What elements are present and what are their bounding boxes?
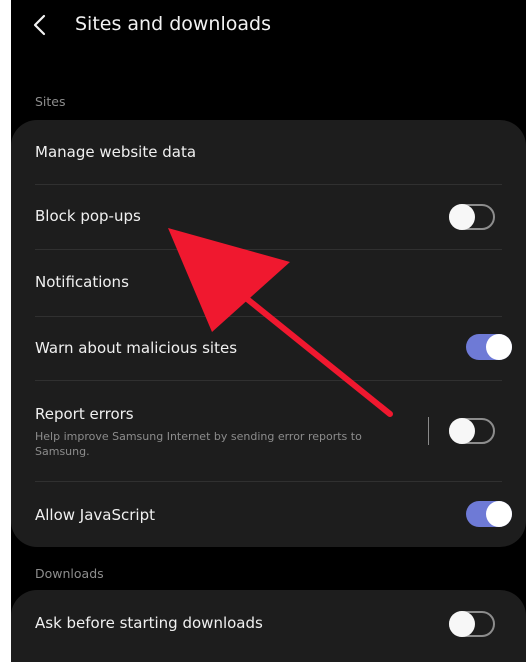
row-ask-before-downloads[interactable]: Ask before starting downloads bbox=[11, 590, 526, 656]
row-label: Manage website data bbox=[35, 143, 197, 161]
settings-screen: Sites and downloads Sites Manage website… bbox=[11, 0, 526, 662]
row-label: Allow JavaScript bbox=[35, 506, 155, 524]
row-label: Warn about malicious sites bbox=[35, 339, 238, 357]
row-warn-malicious-sites[interactable]: Warn about malicious sites bbox=[11, 317, 526, 380]
row-manage-website-data[interactable]: Manage website data bbox=[11, 120, 526, 184]
vertical-divider bbox=[428, 417, 429, 445]
section-label-sites: Sites bbox=[35, 94, 66, 109]
chevron-left-icon bbox=[33, 14, 46, 36]
back-button[interactable] bbox=[25, 10, 55, 40]
sites-card: Manage website data Block pop-ups Notifi… bbox=[11, 120, 526, 547]
warn-malicious-sites-toggle[interactable] bbox=[466, 334, 512, 360]
ask-before-downloads-toggle[interactable] bbox=[449, 611, 495, 637]
toggle-knob bbox=[449, 611, 475, 637]
row-label: Report errors bbox=[35, 405, 134, 423]
toggle-knob bbox=[449, 204, 475, 230]
page-title: Sites and downloads bbox=[75, 13, 271, 35]
top-bar: Sites and downloads bbox=[11, 0, 526, 56]
row-allow-javascript[interactable]: Allow JavaScript bbox=[11, 482, 526, 547]
row-report-errors[interactable]: Report errors Help improve Samsung Inter… bbox=[11, 381, 526, 481]
allow-javascript-toggle[interactable] bbox=[466, 501, 512, 527]
row-sublabel: Help improve Samsung Internet by sending… bbox=[35, 430, 362, 458]
row-label: Block pop-ups bbox=[35, 207, 141, 225]
row-label: Notifications bbox=[35, 273, 129, 291]
toggle-knob bbox=[486, 334, 512, 360]
section-label-downloads: Downloads bbox=[35, 566, 104, 581]
row-block-popups[interactable]: Block pop-ups bbox=[11, 185, 526, 249]
toggle-knob bbox=[449, 418, 475, 444]
row-label: Ask before starting downloads bbox=[35, 614, 263, 632]
row-notifications[interactable]: Notifications bbox=[11, 250, 526, 316]
report-errors-toggle[interactable] bbox=[449, 418, 495, 444]
downloads-card: Ask before starting downloads bbox=[11, 590, 526, 662]
block-popups-toggle[interactable] bbox=[449, 204, 495, 230]
toggle-knob bbox=[486, 501, 512, 527]
